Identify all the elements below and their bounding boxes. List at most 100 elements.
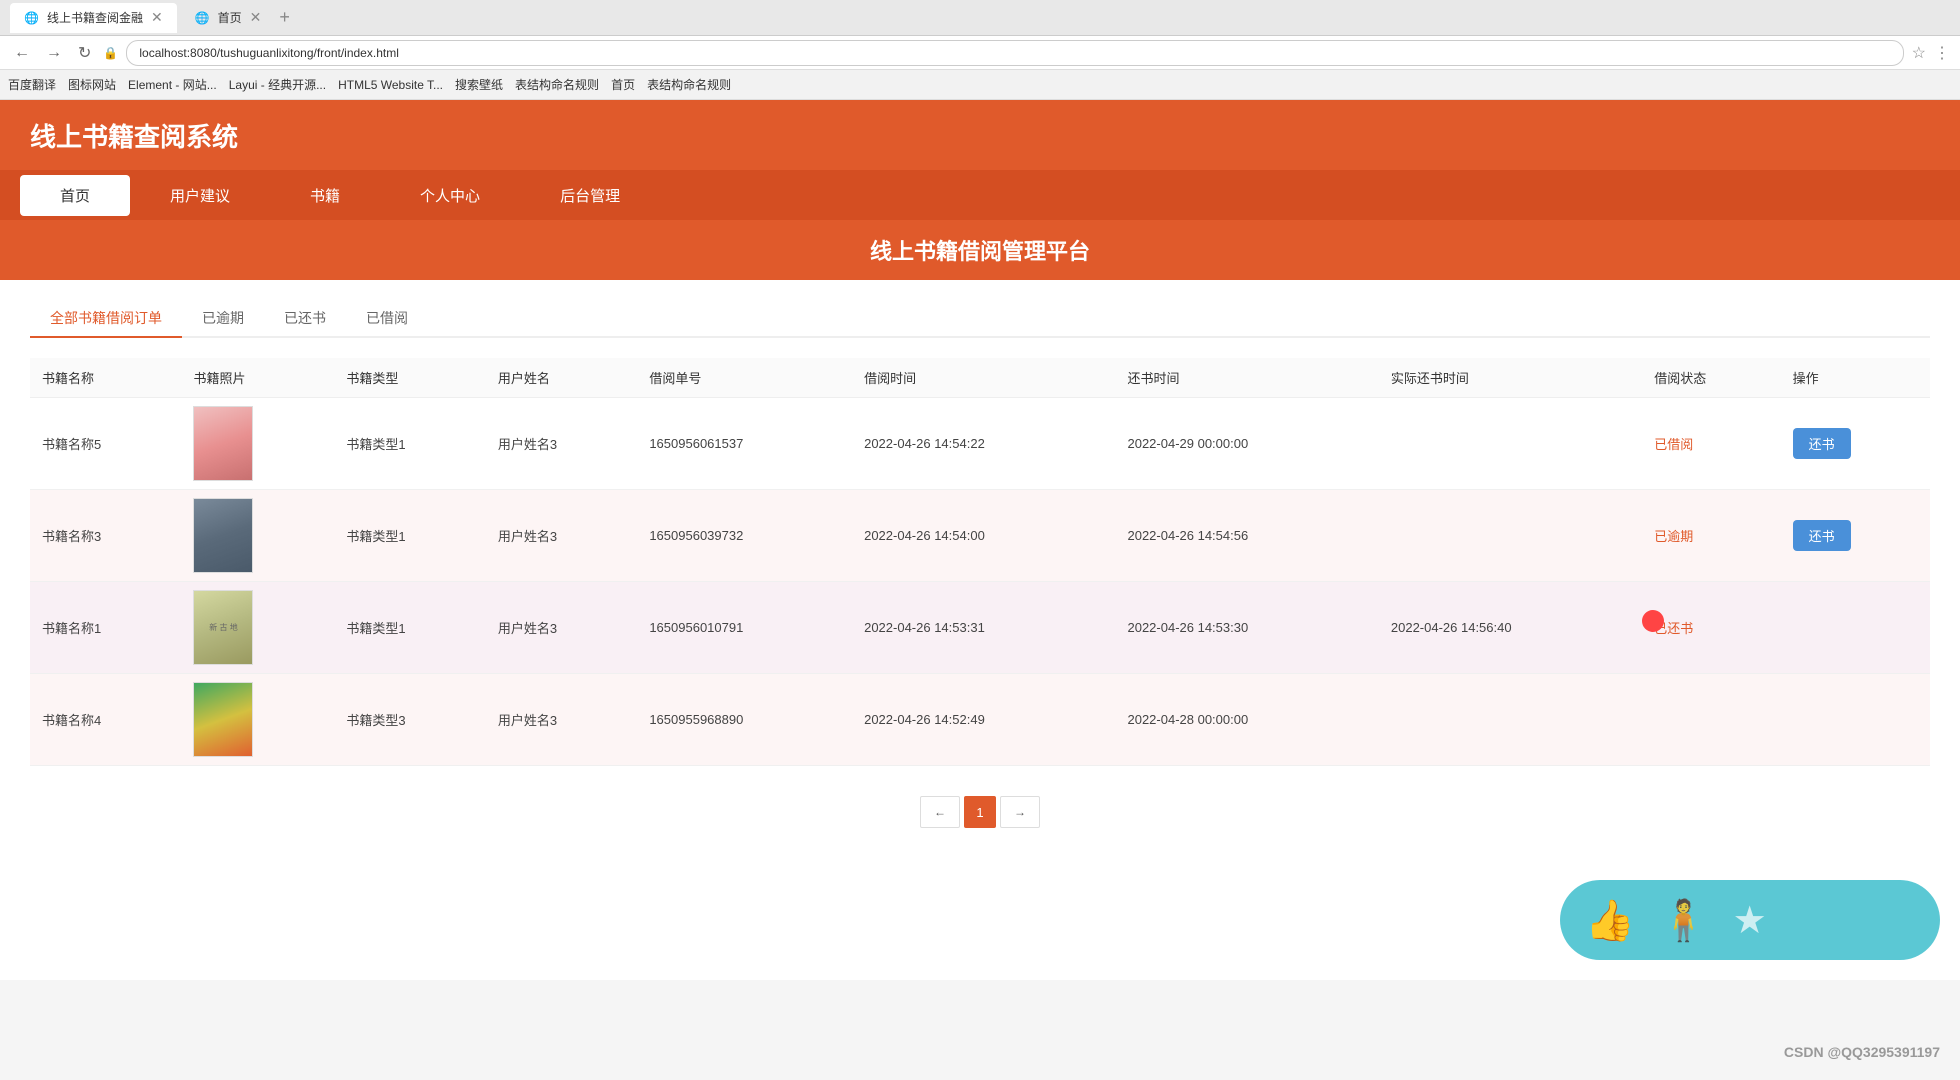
cell-action: 还书	[1781, 398, 1930, 490]
cell-type: 书籍类型1	[334, 490, 485, 582]
cell-book-img	[181, 674, 334, 766]
cell-return-time: 2022-04-28 00:00:00	[1115, 674, 1378, 766]
bookmark-7[interactable]: 首页	[611, 76, 635, 93]
status-badge-0: 已借阅	[1654, 437, 1693, 452]
nav-item-admin[interactable]: 后台管理	[520, 175, 660, 216]
cell-user: 用户姓名3	[486, 674, 637, 766]
nav-item-books[interactable]: 书籍	[270, 175, 380, 216]
bookmark-8[interactable]: 表结构命名规则	[647, 76, 731, 93]
table-row: 书籍名称5 书籍类型1 用户姓名3 1650956061537 2022-04-…	[30, 398, 1930, 490]
refresh-button[interactable]: ↻	[74, 41, 95, 65]
page-button-1[interactable]: 1	[964, 796, 996, 828]
cell-return-time: 2022-04-29 00:00:00	[1115, 398, 1378, 490]
book-image-3	[193, 682, 253, 757]
nav-item-home[interactable]: 首页	[20, 175, 130, 216]
bookmark-4[interactable]: HTML5 Website T...	[338, 78, 443, 92]
thumbs-up-icon[interactable]: 👍	[1585, 897, 1635, 944]
new-tab-button[interactable]: +	[279, 7, 290, 28]
lock-icon: 🔒	[103, 46, 118, 60]
social-widget: 👍 🧍 ★	[1560, 880, 1940, 960]
banner: 线上书籍借阅管理平台	[0, 220, 1960, 280]
bookmark-3[interactable]: Layui - 经典开源...	[229, 76, 326, 93]
tab-close-2[interactable]: ✕	[250, 9, 262, 26]
cell-status: 已借阅	[1642, 398, 1780, 490]
tab-all-orders[interactable]: 全部书籍借阅订单	[30, 300, 182, 338]
app-title: 线上书籍查阅系统	[30, 117, 238, 154]
th-borrow-time: 借阅时间	[852, 358, 1115, 398]
bookmark-0[interactable]: 百度翻译	[8, 76, 56, 93]
cell-book-name: 书籍名称5	[30, 398, 181, 490]
status-badge-1: 已逾期	[1654, 529, 1693, 544]
cell-borrow-time: 2022-04-26 14:52:49	[852, 674, 1115, 766]
tab-close-1[interactable]: ✕	[151, 9, 163, 26]
bookmark-5[interactable]: 搜索壁纸	[455, 76, 503, 93]
return-button-1[interactable]: 还书	[1793, 520, 1851, 551]
cell-user: 用户姓名3	[486, 490, 637, 582]
bookmark-star-icon[interactable]: ☆	[1912, 43, 1926, 63]
table-header-row: 书籍名称 书籍照片 书籍类型 用户姓名 借阅单号 借阅时间 还书时间 实际还书时…	[30, 358, 1930, 398]
nav-item-suggestions[interactable]: 用户建议	[130, 175, 270, 216]
cell-actual-return	[1379, 490, 1642, 582]
prev-page-button[interactable]: ←	[920, 796, 960, 828]
return-button-0[interactable]: 还书	[1793, 428, 1851, 459]
tab-returned[interactable]: 已还书	[264, 300, 346, 336]
th-order-no: 借阅单号	[637, 358, 852, 398]
book-image-1	[193, 498, 253, 573]
tab-label-2: 首页	[218, 9, 242, 26]
tab-overdue[interactable]: 已逾期	[182, 300, 264, 336]
browser-tab-2[interactable]: 🌐 首页 ✕	[181, 3, 276, 33]
cell-book-name: 书籍名称4	[30, 674, 181, 766]
cell-status: 已逾期	[1642, 490, 1780, 582]
book-image-2: 新 古 地	[193, 590, 253, 665]
main-content: 全部书籍借阅订单 已逾期 已还书 已借阅 书籍名称 书籍照片 书籍类型 用户姓名…	[0, 280, 1960, 980]
th-status: 借阅状态	[1642, 358, 1780, 398]
address-bar: ← → ↻ 🔒 ☆ ⋮	[0, 36, 1960, 70]
table-row: 书籍名称3 书籍类型1 用户姓名3 1650956039732 2022-04-…	[30, 490, 1930, 582]
th-return-time: 还书时间	[1115, 358, 1378, 398]
cell-actual-return: 2022-04-26 14:56:40	[1379, 582, 1642, 674]
cell-order-no: 1650956010791	[637, 582, 852, 674]
bookmark-1[interactable]: 图标网站	[68, 76, 116, 93]
cell-book-img	[181, 490, 334, 582]
bookmark-2[interactable]: Element - 网站...	[128, 76, 217, 93]
pagination: ← 1 →	[30, 796, 1930, 828]
cell-borrow-time: 2022-04-26 14:54:00	[852, 490, 1115, 582]
browser-tab-1[interactable]: 🌐 线上书籍查阅金融 ✕	[10, 3, 177, 33]
cell-book-img: 新 古 地	[181, 582, 334, 674]
cell-return-time: 2022-04-26 14:53:30	[1115, 582, 1378, 674]
tab-borrowed[interactable]: 已借阅	[346, 300, 428, 336]
cell-action	[1781, 674, 1930, 766]
forward-button[interactable]: →	[42, 42, 66, 64]
cell-return-time: 2022-04-26 14:54:56	[1115, 490, 1378, 582]
th-book-img: 书籍照片	[181, 358, 334, 398]
book-image-0	[193, 406, 253, 481]
person-icon[interactable]: 🧍	[1659, 897, 1709, 944]
csdn-watermark: CSDN @QQ3295391197	[1784, 1044, 1940, 1060]
cell-order-no: 1650956061537	[637, 398, 852, 490]
th-action: 操作	[1781, 358, 1930, 398]
cell-status	[1642, 674, 1780, 766]
bookmark-6[interactable]: 表结构命名规则	[515, 76, 599, 93]
cell-book-name: 书籍名称3	[30, 490, 181, 582]
cell-user: 用户姓名3	[486, 582, 637, 674]
star-icon[interactable]: ★	[1733, 898, 1767, 943]
nav-item-profile[interactable]: 个人中心	[380, 175, 520, 216]
cell-type: 书籍类型3	[334, 674, 485, 766]
cell-actual-return	[1379, 398, 1642, 490]
table-row: 书籍名称1 新 古 地 书籍类型1 用户姓名3 1650956010791 20…	[30, 582, 1930, 674]
cell-book-name: 书籍名称1	[30, 582, 181, 674]
nav-bar: 首页 用户建议 书籍 个人中心 后台管理	[0, 170, 1960, 220]
cell-action: 还书	[1781, 490, 1930, 582]
settings-icon[interactable]: ⋮	[1934, 43, 1950, 63]
url-input[interactable]	[126, 40, 1903, 66]
cell-type: 书籍类型1	[334, 398, 485, 490]
next-page-button[interactable]: →	[1000, 796, 1040, 828]
cell-borrow-time: 2022-04-26 14:54:22	[852, 398, 1115, 490]
app-header: 线上书籍查阅系统	[0, 100, 1960, 170]
th-user-name: 用户姓名	[486, 358, 637, 398]
banner-text: 线上书籍借阅管理平台	[870, 234, 1090, 266]
back-button[interactable]: ←	[10, 42, 34, 64]
cell-actual-return	[1379, 674, 1642, 766]
cell-order-no: 1650955968890	[637, 674, 852, 766]
cell-action	[1781, 582, 1930, 674]
